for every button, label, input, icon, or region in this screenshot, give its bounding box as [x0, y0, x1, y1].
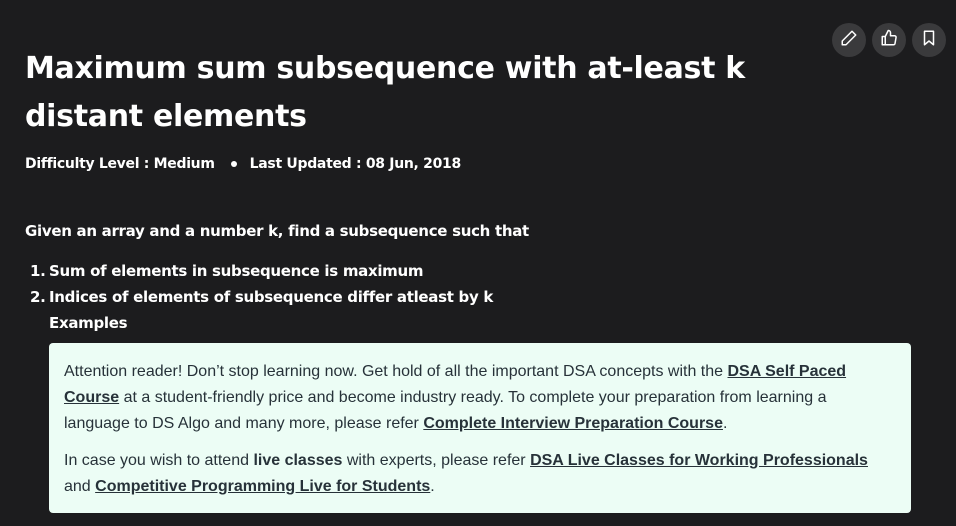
- callout-paragraph: Attention reader! Don’t stop learning no…: [64, 359, 896, 437]
- bookmark-icon: [920, 29, 938, 51]
- like-button[interactable]: [872, 23, 906, 57]
- callout-text: In case you wish to attend: [64, 452, 254, 469]
- callout-text: .: [722, 415, 728, 432]
- bookmark-button[interactable]: [912, 23, 946, 57]
- last-updated: Last Updated : 08 Jun, 2018: [249, 156, 462, 172]
- list-number: 2.: [30, 288, 46, 306]
- list-text: Sum of elements in subsequence is maximu…: [49, 262, 424, 280]
- examples-label: Examples: [49, 314, 128, 332]
- list-number: 1.: [30, 262, 46, 280]
- live-classes-text: live classes: [253, 452, 343, 469]
- article-meta: Difficulty Level : Medium Last Updated :…: [25, 156, 461, 172]
- interview-prep-link[interactable]: Complete Interview Preparation Course: [423, 415, 723, 432]
- difficulty-level[interactable]: Difficulty Level : Medium: [25, 156, 215, 172]
- article-title: Maximum sum subsequence with at-least k …: [25, 51, 745, 134]
- callout-text: Attention reader! Don’t stop learning no…: [64, 363, 728, 380]
- intro-text: Given an array and a number k, find a su…: [25, 222, 529, 240]
- separator-dot: [230, 161, 237, 167]
- pencil-icon: [840, 29, 858, 51]
- list-item: 1. Sum of elements in subsequence is max…: [30, 258, 493, 284]
- callout-text: and: [64, 478, 96, 495]
- list-item: 2. Indices of elements of subsequence di…: [30, 284, 493, 310]
- competitive-programming-link[interactable]: Competitive Programming Live for Student…: [95, 478, 430, 495]
- list-text: Indices of elements of subsequence diffe…: [49, 288, 494, 306]
- dsa-live-classes-link[interactable]: DSA Live Classes for Working Professiona…: [530, 452, 868, 469]
- callout-paragraph: In case you wish to attend live classes …: [64, 448, 896, 500]
- requirements-list: 1. Sum of elements in subsequence is max…: [30, 258, 493, 336]
- edit-button[interactable]: [832, 23, 866, 57]
- callout-text: with experts, please refer: [342, 452, 531, 469]
- attention-callout: Attention reader! Don’t stop learning no…: [49, 343, 911, 513]
- article-actions: [832, 23, 946, 57]
- callout-text: .: [430, 478, 435, 495]
- thumbs-up-icon: [880, 29, 898, 51]
